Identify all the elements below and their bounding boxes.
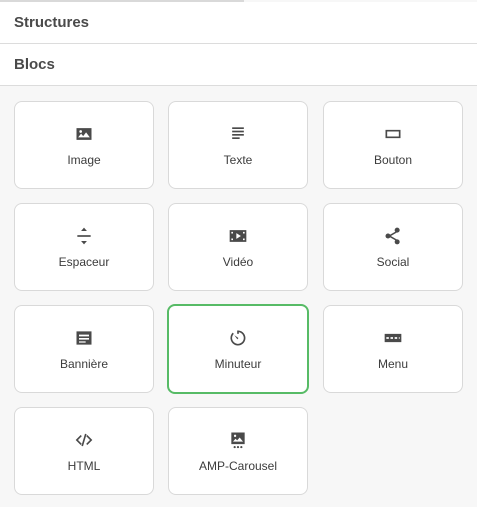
block-amp-carousel-label: AMP-Carousel bbox=[198, 459, 278, 473]
block-texte[interactable]: Texte bbox=[168, 101, 308, 189]
block-menu-label: Menu bbox=[377, 357, 409, 371]
section-structures-label: Structures bbox=[14, 14, 90, 31]
block-image-label: Image bbox=[67, 153, 101, 167]
text-icon bbox=[227, 123, 249, 145]
block-amp-carousel[interactable]: AMP-Carousel bbox=[168, 407, 308, 495]
section-blocs[interactable]: Blocs bbox=[0, 44, 477, 86]
block-social-label: Social bbox=[376, 255, 410, 269]
blocks-grid: Image Texte Bouton Espaceur Vidéo Social bbox=[0, 86, 477, 507]
section-structures[interactable]: Structures bbox=[0, 2, 477, 44]
timer-icon bbox=[227, 327, 249, 349]
block-social[interactable]: Social bbox=[323, 203, 463, 291]
block-video[interactable]: Vidéo bbox=[168, 203, 308, 291]
image-icon bbox=[73, 123, 95, 145]
video-icon bbox=[227, 225, 249, 247]
block-video-label: Vidéo bbox=[222, 255, 254, 269]
block-minuteur-label: Minuteur bbox=[214, 357, 262, 371]
block-bouton[interactable]: Bouton bbox=[323, 101, 463, 189]
section-blocs-label: Blocs bbox=[14, 56, 55, 73]
block-menu[interactable]: Menu bbox=[323, 305, 463, 393]
block-html-label: HTML bbox=[67, 459, 101, 473]
block-bouton-label: Bouton bbox=[373, 153, 413, 167]
code-icon bbox=[73, 429, 95, 451]
block-banniere[interactable]: Bannière bbox=[14, 305, 154, 393]
block-html[interactable]: HTML bbox=[14, 407, 154, 495]
block-espaceur-label: Espaceur bbox=[58, 255, 110, 269]
block-banniere-label: Bannière bbox=[59, 357, 109, 371]
button-icon bbox=[382, 123, 404, 145]
carousel-icon bbox=[227, 429, 249, 451]
block-image[interactable]: Image bbox=[14, 101, 154, 189]
share-icon bbox=[382, 225, 404, 247]
block-espaceur[interactable]: Espaceur bbox=[14, 203, 154, 291]
block-minuteur[interactable]: Minuteur bbox=[167, 304, 309, 394]
banner-icon bbox=[73, 327, 95, 349]
menu-icon bbox=[382, 327, 404, 349]
block-texte-label: Texte bbox=[223, 153, 253, 167]
spacer-icon bbox=[73, 225, 95, 247]
